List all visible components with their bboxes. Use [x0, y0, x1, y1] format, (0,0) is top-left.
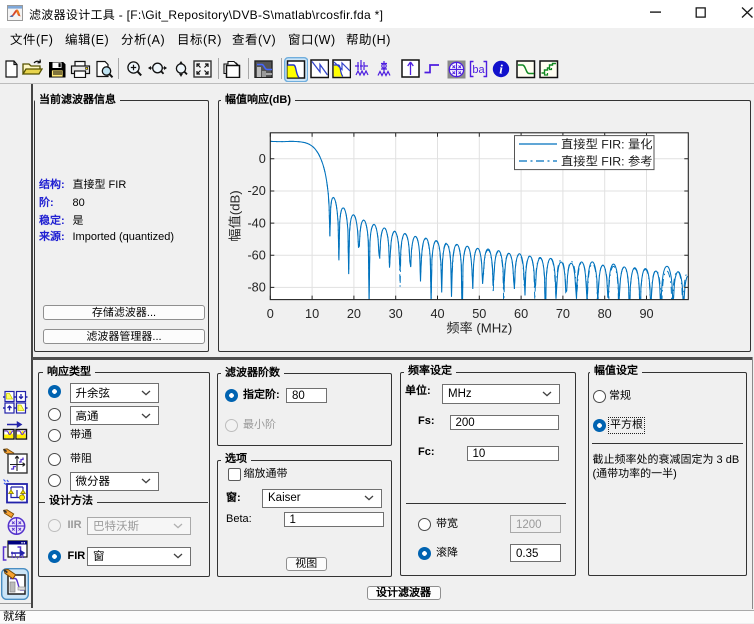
svg-text:-60: -60: [247, 249, 265, 263]
svg-text:频率 (MHz): 频率 (MHz): [446, 321, 512, 336]
svg-text:-20: -20: [247, 184, 265, 198]
svg-text:-40: -40: [247, 216, 265, 230]
svg-text:i: i: [499, 61, 503, 76]
svg-text:20: 20: [347, 307, 361, 321]
svg-text:10: 10: [305, 307, 319, 321]
svg-text:幅值(dB): 幅值(dB): [228, 190, 243, 241]
svg-text:60: 60: [514, 307, 528, 321]
svg-text:-80: -80: [247, 281, 265, 295]
svg-text:直接型 FIR: 参考: 直接型 FIR: 参考: [561, 154, 653, 168]
svg-text:50: 50: [472, 307, 486, 321]
svg-text:80: 80: [598, 307, 612, 321]
svg-text:直接型 FIR: 量化: 直接型 FIR: 量化: [561, 137, 653, 151]
svg-text:ba: ba: [472, 64, 485, 76]
svg-text:40: 40: [430, 307, 444, 321]
svg-text:70: 70: [556, 307, 570, 321]
svg-text:0: 0: [267, 307, 274, 321]
svg-text:0: 0: [259, 152, 266, 166]
svg-text:30: 30: [389, 307, 403, 321]
svg-text:90: 90: [639, 307, 653, 321]
